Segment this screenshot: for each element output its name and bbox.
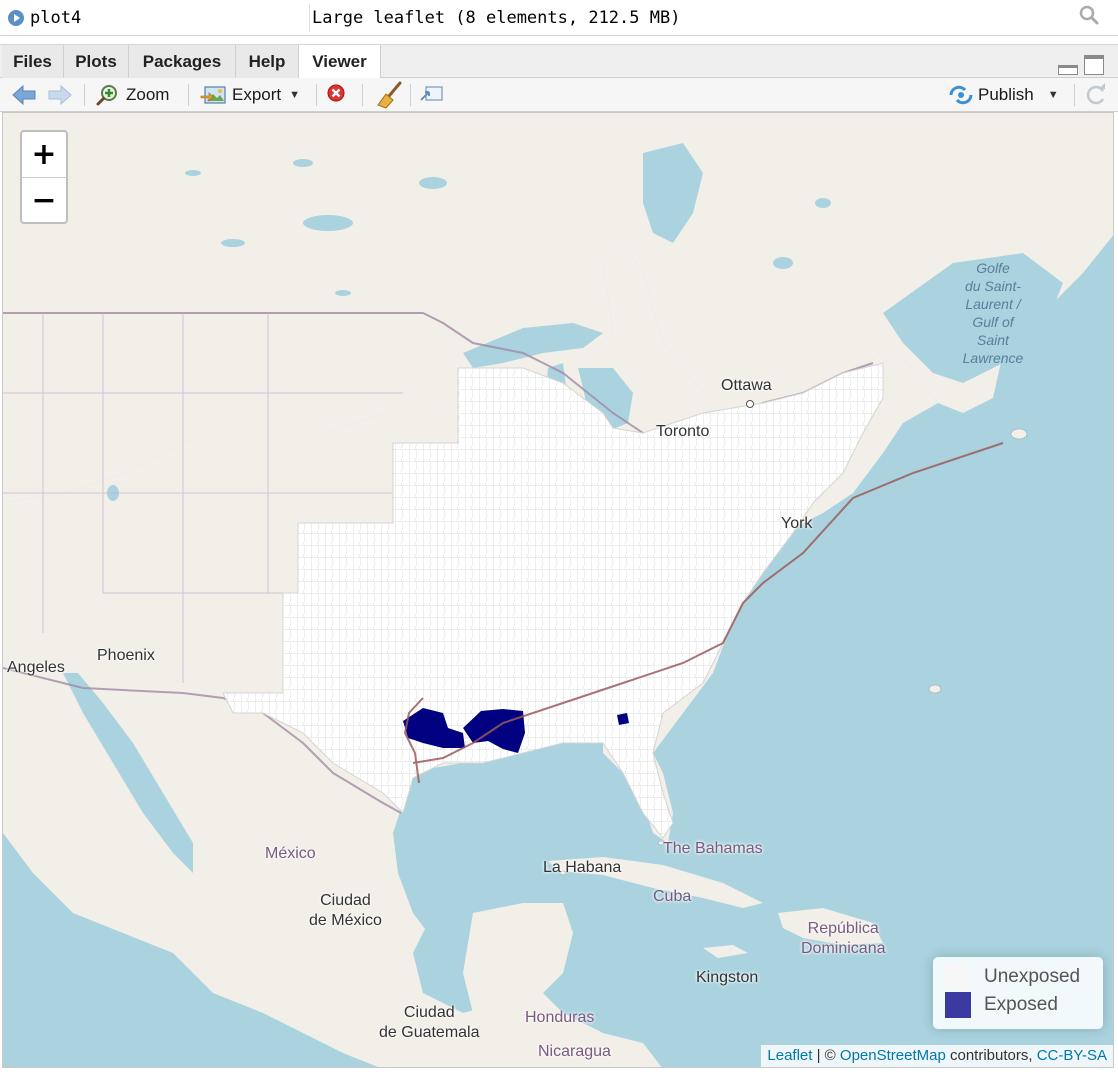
back-arrow-icon[interactable] — [10, 78, 38, 112]
label-phoenix: Phoenix — [97, 647, 155, 664]
tab-help[interactable]: Help — [236, 45, 299, 78]
zoom-in-button[interactable]: + — [22, 132, 66, 177]
viewer-toolbar: Zoom Export ▼ Publish ▼ — [0, 78, 1118, 112]
toolbar-separator — [84, 84, 85, 106]
publish-icon — [949, 85, 973, 105]
clear-current-icon[interactable] — [326, 78, 348, 112]
toolbar-separator — [410, 84, 411, 106]
map-attribution: Leaflet | © OpenStreetMap contributors, … — [761, 1045, 1113, 1067]
show-in-window-icon[interactable] — [418, 78, 446, 112]
label-ciudad-de-mexico: Ciudad de México — [309, 892, 382, 929]
label-york: York — [781, 515, 813, 532]
object-name-cell[interactable]: plot4 — [4, 4, 310, 32]
publish-label: Publish — [978, 85, 1034, 104]
broom-icon[interactable] — [376, 78, 404, 112]
export-label: Export — [232, 85, 282, 104]
chevron-down-icon: ▼ — [289, 89, 301, 101]
label-toronto: Toronto — [656, 423, 710, 440]
license-link[interactable]: CC-BY-SA — [1037, 1047, 1107, 1064]
label-angeles: Angeles — [7, 659, 65, 676]
object-value: Large leaflet (8 elements, 212.5 MB) — [312, 8, 681, 28]
minimize-icon[interactable] — [1058, 65, 1078, 75]
map-legend: Unexposed Exposed — [933, 957, 1103, 1029]
attribution-contributors: contributors, — [945, 1047, 1037, 1064]
label-gulf-st-lawrence: Golfe du Saint- Laurent / Gulf of Saint … — [962, 260, 1024, 366]
export-button[interactable]: Export ▼ — [200, 78, 300, 112]
tab-label: Plots — [75, 51, 117, 71]
forward-arrow-icon[interactable] — [46, 78, 74, 112]
zoom-label: Zoom — [126, 85, 170, 104]
label-cuba: Cuba — [653, 888, 692, 905]
tab-label: Files — [13, 51, 52, 71]
object-name: plot4 — [30, 8, 82, 28]
leaflet-link[interactable]: Leaflet — [767, 1047, 812, 1064]
legend-swatch — [945, 964, 971, 990]
tab-viewer[interactable]: Viewer — [299, 45, 381, 79]
legend-item-exposed: Exposed — [945, 992, 1058, 1018]
zoom-control: + − — [20, 130, 68, 224]
pane-tab-bar: Files Plots Packages Help Viewer — [0, 44, 1118, 79]
publish-button[interactable]: Publish ▼ — [948, 78, 1059, 112]
object-value-cell: Large leaflet (8 elements, 212.5 MB) — [312, 4, 1110, 32]
toolbar-separator — [1074, 84, 1075, 106]
maximize-icon[interactable] — [1084, 55, 1104, 75]
tab-label: Packages — [142, 51, 222, 71]
openstreetmap-link[interactable]: OpenStreetMap — [840, 1047, 946, 1064]
label-bahamas: The Bahamas — [663, 840, 763, 857]
play-circle-icon[interactable] — [8, 10, 24, 26]
label-ottawa: Ottawa — [721, 377, 772, 394]
export-image-icon — [200, 86, 226, 104]
land-jamaica — [703, 945, 748, 958]
leaflet-map[interactable]: + − Ottawa Toronto York Golfe du Saint- … — [2, 112, 1114, 1068]
chevron-down-icon: ▼ — [1047, 89, 1059, 101]
toolbar-separator — [362, 84, 363, 106]
zoom-magnifier-icon — [96, 85, 117, 106]
toolbar-separator — [316, 84, 317, 106]
label-mexico: México — [265, 845, 316, 862]
search-icon[interactable] — [1078, 4, 1100, 26]
zoom-button[interactable]: Zoom — [96, 78, 169, 112]
zoom-out-button[interactable]: − — [22, 177, 66, 222]
refresh-icon[interactable] — [1084, 78, 1108, 112]
label-la-habana: La Habana — [543, 859, 622, 876]
map-tiles[interactable] — [3, 113, 1114, 1068]
ottawa-dot — [746, 395, 754, 413]
exposed-county-georgia — [617, 713, 629, 725]
label-republica-dominicana: República Dominicana — [801, 920, 886, 957]
window-controls — [1058, 55, 1104, 75]
label-kingston: Kingston — [696, 969, 759, 986]
environment-row[interactable]: plot4 Large leaflet (8 elements, 212.5 M… — [0, 0, 1118, 36]
label-ciudad-de-guatemala: Ciudad de Guatemala — [379, 1004, 480, 1041]
label-honduras: Honduras — [525, 1009, 595, 1026]
legend-swatch — [945, 992, 971, 1018]
toolbar-separator — [188, 84, 189, 106]
tab-files[interactable]: Files — [2, 45, 64, 78]
legend-label: Unexposed — [984, 966, 1081, 987]
tab-label: Help — [248, 51, 286, 71]
tab-label: Viewer — [312, 52, 367, 71]
tab-packages[interactable]: Packages — [129, 45, 236, 78]
label-nicaragua: Nicaragua — [538, 1043, 611, 1060]
attribution-separator: | © — [812, 1047, 840, 1064]
legend-item-unexposed: Unexposed — [945, 964, 1080, 990]
legend-label: Exposed — [984, 994, 1058, 1015]
tab-plots[interactable]: Plots — [64, 45, 129, 78]
